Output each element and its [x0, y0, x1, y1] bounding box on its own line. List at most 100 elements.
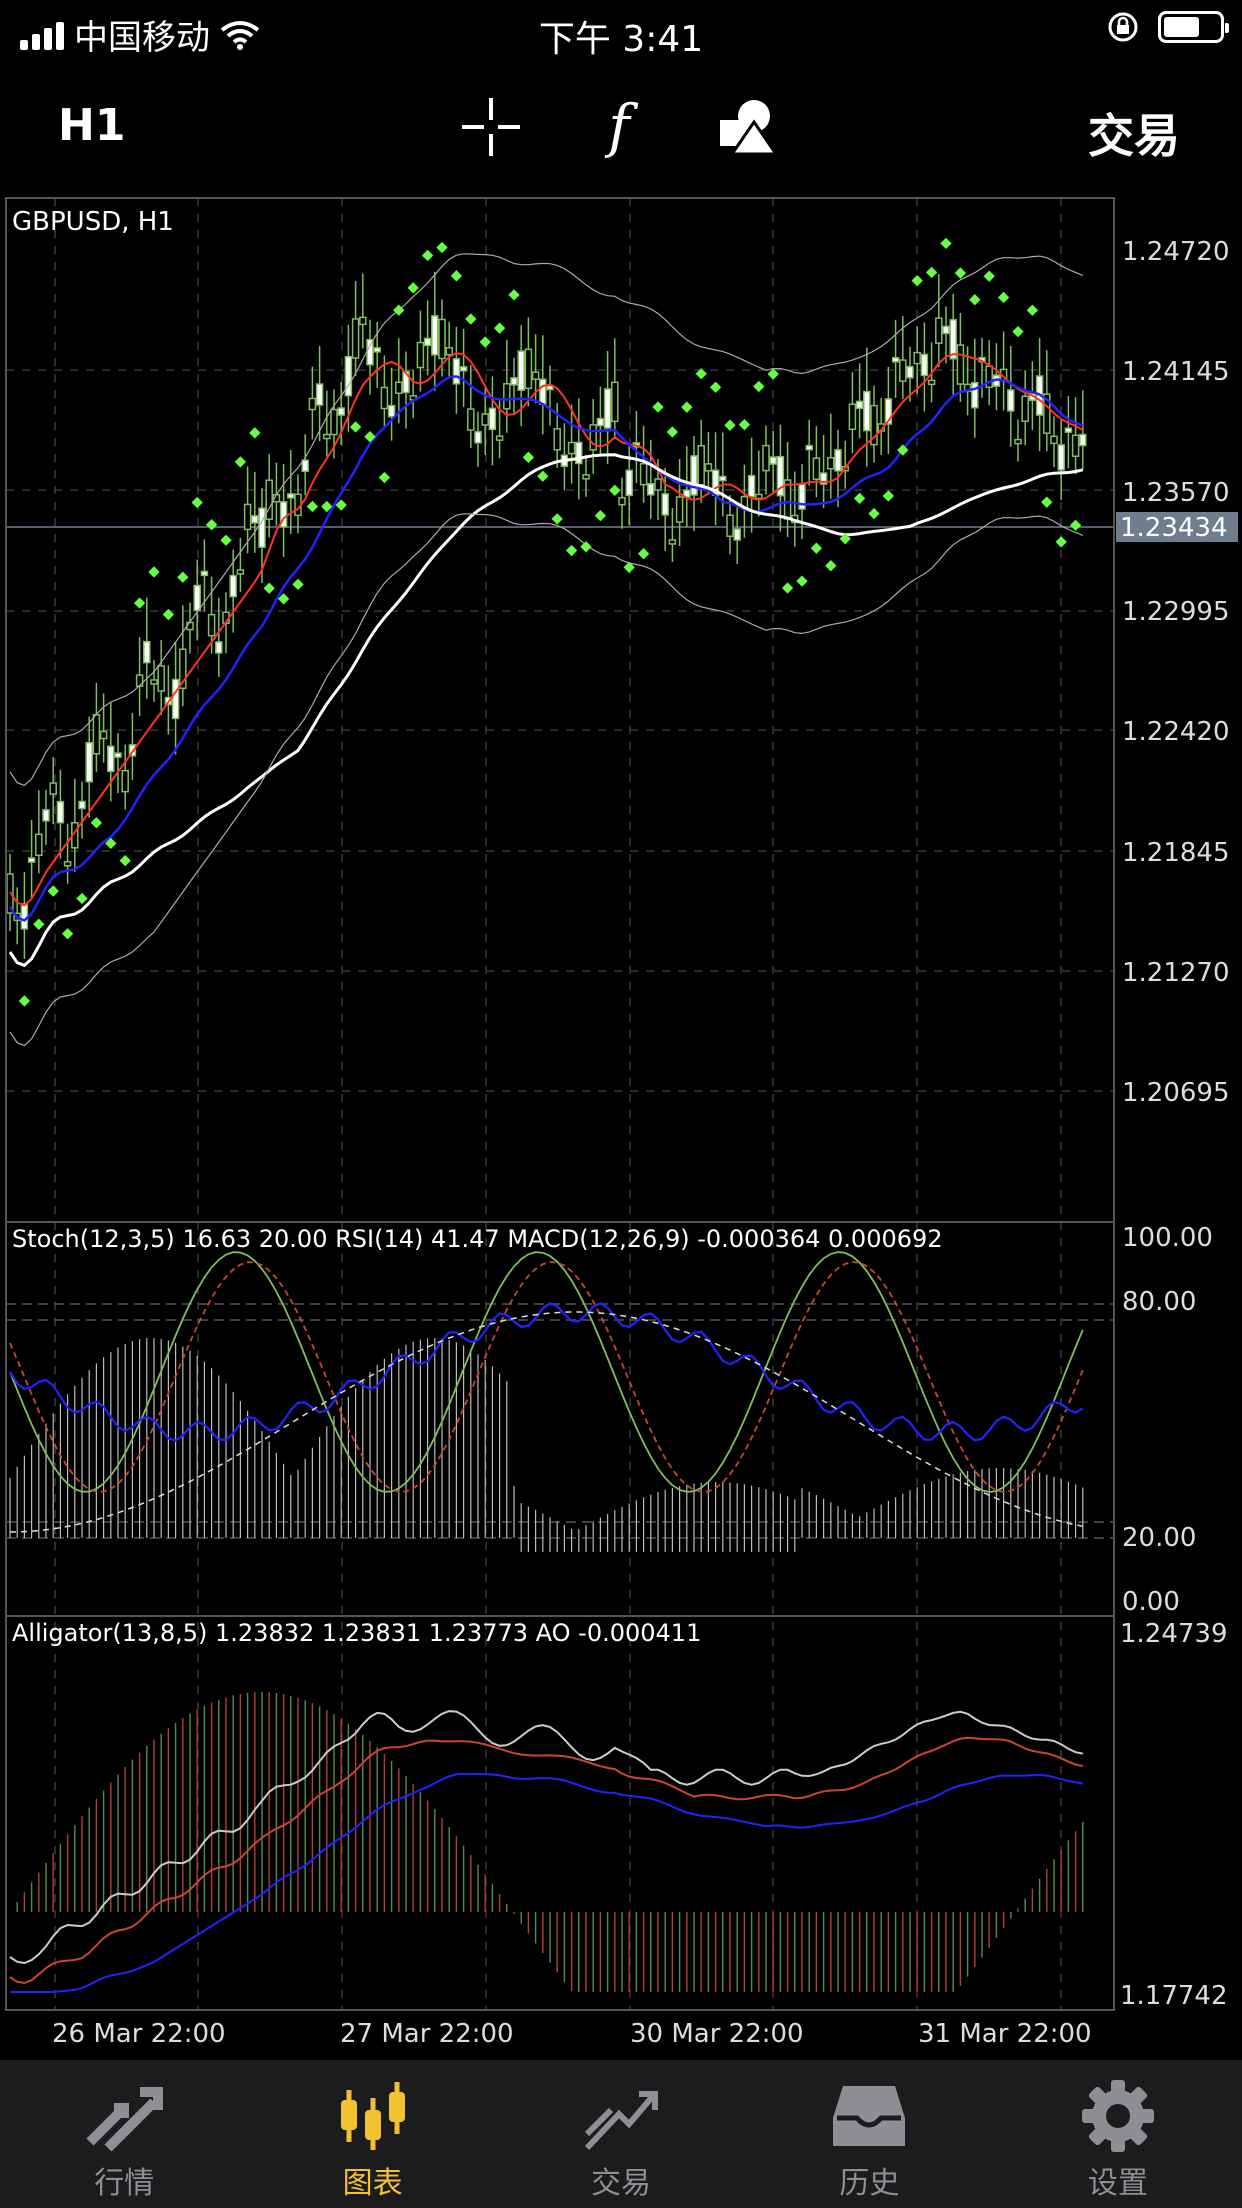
ma-red-line	[9, 352, 1084, 907]
candle-body	[863, 390, 871, 432]
candle-body	[805, 444, 813, 451]
psar-dot	[364, 431, 376, 443]
psar-dot	[234, 456, 247, 468]
tab-quotes[interactable]: 行情	[0, 2060, 248, 2208]
candle-body	[891, 357, 900, 363]
history-tray-icon	[833, 2086, 906, 2146]
candle-body	[596, 417, 605, 427]
psar-dot	[407, 282, 419, 294]
candle-body	[582, 474, 590, 480]
tab-label: 历史	[839, 2166, 900, 2201]
candle-body	[1050, 435, 1058, 445]
candle-body	[92, 714, 101, 755]
trade-button[interactable]: 交易	[1088, 100, 1180, 166]
candle-body	[474, 431, 482, 444]
alligator-label: Alligator(13,8,5) 1.23832 1.23831 1.2377…	[12, 1619, 701, 1647]
psar-dot	[1041, 496, 1053, 508]
psar-dot	[580, 541, 592, 553]
psar-dot	[997, 291, 1010, 304]
chart-area[interactable]: GBPUSD, H1 Stoch(12,3,5) 16.63 20.00 RSI…	[0, 192, 1242, 2060]
alligator-teeth	[9, 1736, 1084, 1985]
psar-dot	[911, 274, 923, 287]
tab-settings[interactable]: 设置	[994, 2060, 1242, 2208]
svg-text:f: f	[604, 92, 639, 160]
psar-dot	[954, 267, 967, 279]
tab-label: 设置	[1087, 2166, 1148, 2201]
bollinger-upper	[9, 253, 1084, 787]
timeframe-button[interactable]: H1	[58, 100, 125, 151]
candle-body	[668, 539, 677, 545]
candle-body	[395, 381, 403, 395]
psar-dot	[292, 578, 304, 591]
psar-dot	[925, 266, 938, 279]
tab-chart[interactable]: 图表	[248, 2060, 496, 2208]
indicators-f-icon[interactable]: f	[584, 92, 654, 162]
candle-body	[143, 640, 151, 664]
psar-dot	[508, 289, 520, 301]
candle-body	[49, 782, 57, 795]
candle-body	[215, 641, 223, 654]
price-tick: 1.23570	[1122, 478, 1230, 508]
candle-body	[956, 344, 965, 385]
candle-body	[913, 351, 921, 365]
candle-body	[935, 317, 943, 344]
psar-dot	[465, 313, 477, 325]
candle-body	[287, 493, 295, 499]
candle-body	[589, 424, 597, 451]
psar-dot	[18, 995, 31, 1007]
candle-body	[35, 833, 43, 857]
candle-body	[625, 469, 633, 497]
tab-trade[interactable]: 交易	[497, 2060, 745, 2208]
candle-body	[207, 613, 216, 637]
candle-body	[603, 388, 612, 429]
tab-history[interactable]: 历史	[745, 2060, 993, 2208]
price-chart[interactable]: GBPUSD, H1 Stoch(12,3,5) 16.63 20.00 RSI…	[0, 192, 1242, 2060]
candle-body	[431, 315, 439, 356]
candle-body	[704, 463, 713, 472]
psar-dot	[306, 500, 319, 513]
psar-dot	[796, 575, 808, 587]
price-tick: 1.24720	[1122, 237, 1230, 267]
candle-body	[517, 350, 525, 391]
psar-dot	[594, 509, 607, 522]
psar-dot	[421, 249, 434, 262]
settings-gear-icon	[1081, 2080, 1154, 2152]
rsi-line	[9, 1302, 1084, 1442]
osc-level: 0.00	[1122, 1587, 1180, 1617]
crosshair-icon[interactable]	[456, 92, 526, 162]
psar-dot	[90, 817, 103, 829]
candle-body	[971, 381, 979, 409]
tab-label: 交易	[591, 2166, 652, 2201]
candle-body	[812, 457, 821, 480]
psar-dot	[810, 542, 823, 554]
candle-body	[503, 383, 511, 410]
tab-label: 行情	[94, 2166, 155, 2201]
psar-dot	[76, 892, 88, 905]
psar-dot	[1069, 519, 1082, 531]
osc-level: 100.00	[1122, 1223, 1213, 1253]
psar-dot	[868, 507, 880, 520]
candle-body	[243, 503, 252, 531]
candle-body	[20, 903, 29, 930]
candle-body	[171, 678, 180, 720]
time-tick: 26 Mar 22:00	[52, 2019, 226, 2049]
candle-body	[855, 400, 864, 410]
candle-body	[647, 483, 655, 496]
candle-body	[733, 528, 741, 541]
candle-body	[769, 456, 777, 465]
candle-body	[726, 514, 734, 537]
candle-body	[639, 462, 648, 486]
candle-body	[690, 455, 698, 496]
price-tick: 1.24145	[1122, 357, 1230, 387]
chart-candles-icon	[340, 2082, 405, 2150]
candle-body	[942, 325, 950, 335]
candle-body	[1057, 444, 1065, 471]
candle-body	[229, 574, 237, 598]
psar-dot	[148, 566, 160, 578]
objects-shapes-icon[interactable]	[712, 92, 782, 162]
psar-dot	[191, 496, 203, 509]
candle-body	[56, 800, 65, 824]
candle-body	[27, 857, 36, 863]
candle-body	[510, 377, 518, 386]
oscillator-label: Stoch(12,3,5) 16.63 20.00 RSI(14) 41.47 …	[12, 1225, 943, 1253]
